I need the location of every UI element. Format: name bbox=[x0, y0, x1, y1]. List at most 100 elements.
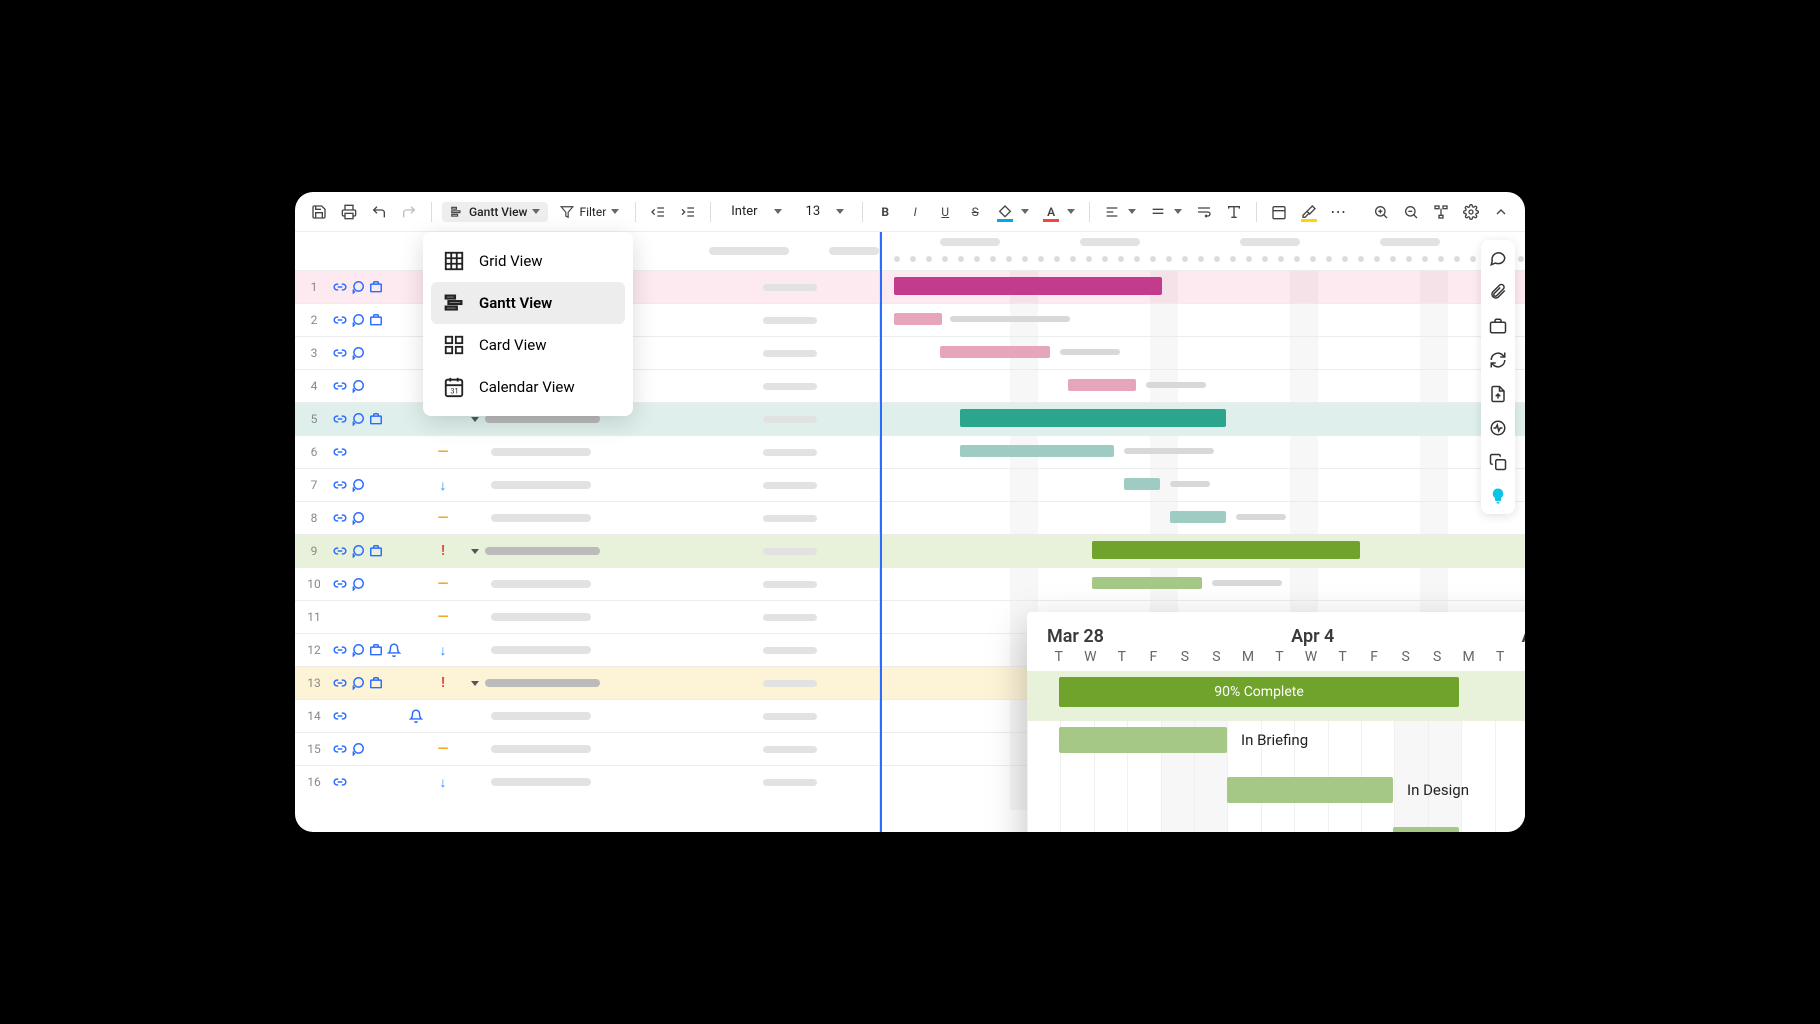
format-icon[interactable] bbox=[1222, 200, 1246, 224]
assignee-cell[interactable] bbox=[745, 449, 835, 456]
chevron-down-icon[interactable] bbox=[1128, 209, 1136, 214]
gantt-bar[interactable] bbox=[1092, 541, 1360, 559]
assignee-cell[interactable] bbox=[745, 317, 835, 324]
bold-icon[interactable]: B bbox=[873, 200, 897, 224]
filter-button[interactable]: Filter bbox=[554, 202, 625, 222]
gantt-bar[interactable] bbox=[1170, 511, 1226, 523]
priority-flag[interactable]: ! bbox=[423, 543, 463, 559]
chat-icon[interactable] bbox=[351, 313, 365, 327]
assignee-cell[interactable] bbox=[745, 350, 835, 357]
link-icon[interactable] bbox=[333, 478, 347, 492]
print-icon[interactable] bbox=[337, 200, 361, 224]
more-icon[interactable]: ⋯ bbox=[1327, 200, 1351, 224]
bell-icon[interactable] bbox=[387, 643, 401, 657]
table-row[interactable]: 9! bbox=[295, 534, 879, 567]
zoom-out-icon[interactable] bbox=[1399, 200, 1423, 224]
table-row[interactable]: 11— bbox=[295, 600, 879, 633]
assignee-cell[interactable] bbox=[745, 383, 835, 390]
box-icon[interactable] bbox=[369, 544, 383, 558]
task-name-cell[interactable] bbox=[463, 547, 623, 555]
view-option-gantt[interactable]: Gantt View bbox=[431, 282, 625, 324]
outdent-icon[interactable] bbox=[646, 200, 670, 224]
gantt-bar[interactable] bbox=[1092, 577, 1202, 589]
table-row[interactable]: 10— bbox=[295, 567, 879, 600]
redo-icon[interactable] bbox=[397, 200, 421, 224]
priority-flag[interactable]: — bbox=[423, 609, 463, 625]
box-icon[interactable] bbox=[369, 280, 383, 294]
assignee-cell[interactable] bbox=[745, 779, 835, 786]
link-icon[interactable] bbox=[333, 511, 347, 525]
link-icon[interactable] bbox=[333, 544, 347, 558]
link-icon[interactable] bbox=[333, 676, 347, 690]
date-icon[interactable] bbox=[1267, 200, 1291, 224]
link-icon[interactable] bbox=[333, 577, 347, 591]
table-row[interactable]: 7↓ bbox=[295, 468, 879, 501]
attachments-icon[interactable] bbox=[1488, 282, 1508, 302]
chevron-down-icon[interactable] bbox=[1067, 209, 1075, 214]
task-name-cell[interactable] bbox=[463, 481, 623, 489]
priority-flag[interactable]: — bbox=[423, 510, 463, 526]
chevron-down-icon[interactable] bbox=[1021, 209, 1029, 214]
chat-icon[interactable] bbox=[351, 643, 365, 657]
table-row[interactable]: 16↓ bbox=[295, 765, 879, 798]
chevron-down-icon[interactable] bbox=[1174, 209, 1182, 214]
chat-icon[interactable] bbox=[351, 577, 365, 591]
assignee-cell[interactable] bbox=[745, 680, 835, 687]
view-option-card[interactable]: Card View bbox=[431, 324, 625, 366]
strikethrough-icon[interactable]: S bbox=[963, 200, 987, 224]
expand-icon[interactable] bbox=[471, 549, 479, 554]
task-name-cell[interactable] bbox=[463, 778, 623, 786]
link-icon[interactable] bbox=[333, 775, 347, 789]
overlay-gantt-bar[interactable] bbox=[1227, 777, 1393, 803]
assignee-cell[interactable] bbox=[745, 482, 835, 489]
save-icon[interactable] bbox=[307, 200, 331, 224]
task-name-cell[interactable] bbox=[463, 580, 623, 588]
view-option-calendar[interactable]: 31 Calendar View bbox=[431, 366, 625, 408]
assignee-cell[interactable] bbox=[745, 548, 835, 555]
link-icon[interactable] bbox=[333, 313, 347, 327]
font-size-select[interactable]: 13 bbox=[796, 202, 853, 221]
activity-icon[interactable] bbox=[1488, 418, 1508, 438]
align-vertical-icon[interactable] bbox=[1146, 200, 1170, 224]
assignee-cell[interactable] bbox=[745, 614, 835, 621]
chat-icon[interactable] bbox=[351, 379, 365, 393]
task-name-cell[interactable] bbox=[463, 415, 623, 423]
chat-icon[interactable] bbox=[351, 280, 365, 294]
tip-icon[interactable] bbox=[1488, 486, 1508, 506]
priority-flag[interactable]: ↓ bbox=[423, 642, 463, 659]
gantt-bar[interactable] bbox=[960, 409, 1226, 427]
link-icon[interactable] bbox=[333, 379, 347, 393]
gantt-bar[interactable] bbox=[1068, 379, 1136, 391]
underline-icon[interactable]: U bbox=[933, 200, 957, 224]
refresh-icon[interactable] bbox=[1488, 350, 1508, 370]
chat-icon[interactable] bbox=[351, 412, 365, 426]
assignee-cell[interactable] bbox=[745, 746, 835, 753]
chat-icon[interactable] bbox=[351, 544, 365, 558]
table-row[interactable]: 15— bbox=[295, 732, 879, 765]
box-icon[interactable] bbox=[369, 412, 383, 426]
box-icon[interactable] bbox=[369, 643, 383, 657]
priority-flag[interactable]: — bbox=[423, 444, 463, 460]
priority-flag[interactable]: ! bbox=[423, 675, 463, 691]
overlay-gantt-bar[interactable] bbox=[1393, 827, 1459, 832]
gantt-bar[interactable] bbox=[894, 277, 1162, 295]
chat-icon[interactable] bbox=[351, 742, 365, 756]
gantt-bar[interactable] bbox=[940, 346, 1050, 358]
table-row[interactable]: 8— bbox=[295, 501, 879, 534]
link-icon[interactable] bbox=[333, 643, 347, 657]
link-icon[interactable] bbox=[333, 709, 347, 723]
wrap-text-icon[interactable] bbox=[1192, 200, 1216, 224]
chat-icon[interactable] bbox=[351, 346, 365, 360]
link-icon[interactable] bbox=[333, 445, 347, 459]
task-name-cell[interactable] bbox=[463, 448, 623, 456]
undo-icon[interactable] bbox=[367, 200, 391, 224]
font-family-select[interactable]: Inter bbox=[721, 202, 789, 221]
view-selector[interactable]: Gantt View bbox=[442, 202, 548, 222]
assignee-cell[interactable] bbox=[745, 713, 835, 720]
table-row[interactable]: 12↓ bbox=[295, 633, 879, 666]
task-name-cell[interactable] bbox=[463, 646, 623, 654]
italic-icon[interactable]: I bbox=[903, 200, 927, 224]
chat-icon[interactable] bbox=[351, 511, 365, 525]
chat-icon[interactable] bbox=[351, 478, 365, 492]
copy-icon[interactable] bbox=[1488, 452, 1508, 472]
